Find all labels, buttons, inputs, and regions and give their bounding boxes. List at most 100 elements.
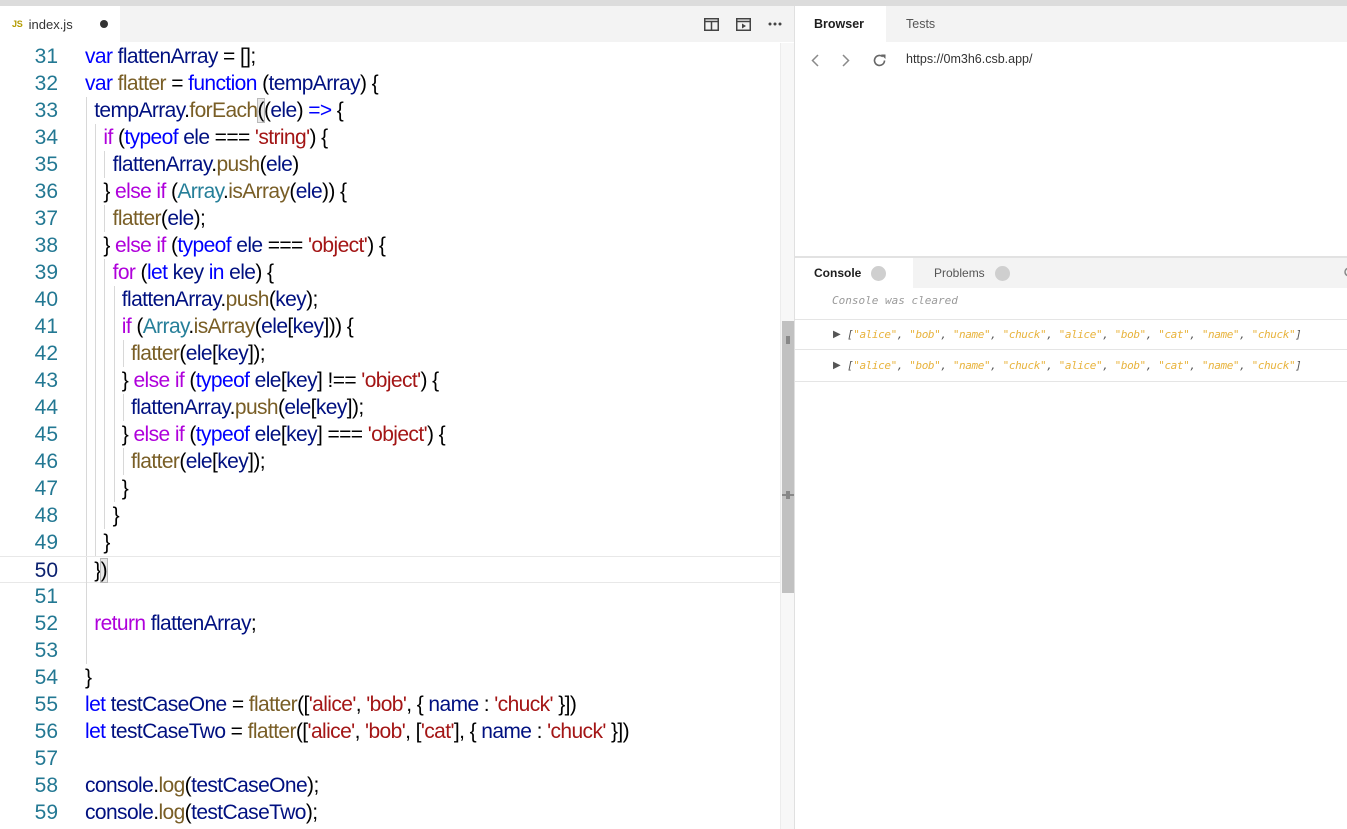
code-line[interactable]: 49}: [0, 529, 780, 556]
indent-guide: [113, 448, 115, 475]
code-line[interactable]: 56 let testCaseTwo = flatter(['alice', 'b…: [0, 718, 780, 745]
console-cleared-message: Console was cleared: [832, 294, 958, 307]
code-line[interactable]: 42 flatter(ele[key]);: [0, 340, 780, 367]
code-line[interactable]: 54}: [0, 664, 780, 691]
code-line[interactable]: 33 tempArray.forEach((ele) => {: [0, 97, 780, 124]
tab-console[interactable]: Console: [795, 258, 913, 288]
indent-guide: [95, 475, 97, 502]
unsaved-dot-icon[interactable]: [100, 20, 108, 28]
code-line[interactable]: 45} else if (typeof ele[key] === 'object…: [0, 421, 780, 448]
expand-arrow-icon[interactable]: ▶: [833, 329, 841, 340]
code-line[interactable]: 57: [0, 745, 780, 772]
browser-viewport[interactable]: [795, 76, 1347, 256]
search-icon[interactable]: [1341, 266, 1347, 280]
code-text: } else if (Array.isArray(ele)) {: [103, 180, 347, 203]
line-number: 33: [34, 99, 58, 122]
tab-tests[interactable]: Tests: [886, 6, 966, 42]
code-line[interactable]: 34 if (typeof ele === 'string') {: [0, 124, 780, 151]
url-text[interactable]: https://0m3h6.csb.app/: [906, 52, 1032, 66]
indent-guide: [113, 367, 115, 394]
code-line[interactable]: 59 console.log(testCaseTwo);: [0, 799, 780, 826]
code-line[interactable]: 51: [0, 583, 780, 610]
code-line[interactable]: 43} else if (typeof ele[key] !== 'object…: [0, 367, 780, 394]
code-line[interactable]: 55 let testCaseOne = flatter(['alice', 'b…: [0, 691, 780, 718]
code-text: for (let key in ele) {: [112, 261, 274, 284]
code-line[interactable]: 53: [0, 637, 780, 664]
line-number: 41: [34, 315, 58, 338]
line-number: 42: [34, 342, 58, 365]
line-number: 45: [34, 423, 58, 446]
indent-guide: [113, 340, 115, 367]
code-text: flattenArray.push(key);: [121, 288, 319, 311]
line-number: 34: [34, 126, 58, 149]
code-line[interactable]: 32 var flatter = function (tempArray) {: [0, 70, 780, 97]
code-line[interactable]: 41 if (Array.isArray(ele[key])) {: [0, 313, 780, 340]
code-text: if (Array.isArray(ele[key])) {: [121, 315, 354, 338]
indent-guide: [104, 367, 106, 394]
console-log-row[interactable]: ▶ ["alice", "bob", "name", "chuck", "ali…: [795, 351, 1347, 382]
code-text: console.log(testCaseOne);: [85, 774, 319, 797]
refresh-icon[interactable]: [870, 51, 888, 69]
indent-guide: [104, 394, 106, 421]
scrollbar-thumb[interactable]: [782, 321, 794, 593]
line-number: 39: [34, 261, 58, 284]
line-number: 56: [34, 720, 58, 743]
console-log-row[interactable]: ▶ ["alice", "bob", "name", "chuck", "ali…: [795, 319, 1347, 350]
indent-guide: [86, 340, 87, 367]
indent-guide: [86, 313, 87, 340]
code-line[interactable]: 50}): [0, 556, 780, 584]
expand-arrow-icon[interactable]: ▶: [833, 360, 841, 371]
indent-guide: [95, 232, 97, 259]
code-line[interactable]: 40 flattenArray.push(key);: [0, 286, 780, 313]
code-line[interactable]: 38} else if (typeof ele === 'object') {: [0, 232, 780, 259]
code-line[interactable]: 52 return flattenArray;: [0, 610, 780, 637]
code-line[interactable]: 48}: [0, 502, 780, 529]
indent-guide: [86, 529, 87, 556]
line-number: 55: [34, 693, 58, 716]
indent-guide: [86, 286, 87, 313]
indent-guide: [86, 583, 87, 610]
code-line[interactable]: 44 flattenArray.push(ele[key]);: [0, 394, 780, 421]
indent-guide: [95, 367, 97, 394]
code-line[interactable]: 47}: [0, 475, 780, 502]
scrollbar-marker: [786, 336, 790, 344]
code-text: flatter(ele);: [112, 207, 206, 230]
code-line[interactable]: 35 flattenArray.push(ele): [0, 151, 780, 178]
tab-problems[interactable]: Problems: [913, 258, 1028, 288]
code-text: }): [94, 558, 109, 583]
code-line[interactable]: 31 var flattenArray = [];: [0, 43, 780, 70]
console-output: Console was cleared ▶ ["alice", "bob", "…: [795, 288, 1347, 829]
editor-scrollbar[interactable]: [780, 43, 794, 829]
code-line[interactable]: 36} else if (Array.isArray(ele)) {: [0, 178, 780, 205]
indent-guide: [86, 421, 87, 448]
code-text: console.log(testCaseTwo);: [85, 801, 318, 824]
line-number: 35: [34, 153, 58, 176]
split-editor-icon[interactable]: [702, 15, 720, 33]
code-area[interactable]: 31 var flattenArray = []; 32 var flatter = …: [0, 43, 780, 829]
tab-browser[interactable]: Browser: [795, 6, 886, 42]
indent-guide: [95, 448, 97, 475]
indent-guide: [113, 475, 115, 502]
code-text: flatter(ele[key]);: [131, 342, 266, 365]
forward-icon[interactable]: [837, 51, 855, 69]
code-line[interactable]: 37 flatter(ele);: [0, 205, 780, 232]
code-line[interactable]: 58 console.log(testCaseOne);: [0, 772, 780, 799]
line-number: 46: [34, 450, 58, 473]
code-text: }: [112, 504, 120, 527]
tab-problems-label: Problems: [934, 266, 985, 280]
indent-guide: [95, 178, 97, 205]
back-icon[interactable]: [806, 51, 824, 69]
code-text: var flattenArray = [];: [85, 45, 256, 68]
tab-index-js[interactable]: JS index.js: [0, 6, 120, 42]
more-actions-icon[interactable]: [766, 15, 784, 33]
line-number: 49: [34, 531, 58, 554]
tab-filename: index.js: [28, 16, 73, 32]
code-line[interactable]: 39 for (let key in ele) {: [0, 259, 780, 286]
scrollbar-marker: [786, 491, 790, 499]
line-number: 32: [34, 72, 58, 95]
code-line[interactable]: 46 flatter(ele[key]);: [0, 448, 780, 475]
open-preview-icon[interactable]: [734, 15, 752, 33]
problems-count-badge: [994, 265, 1010, 281]
indent-guide: [104, 286, 106, 313]
code-text: } else if (typeof ele === 'object') {: [103, 234, 386, 257]
